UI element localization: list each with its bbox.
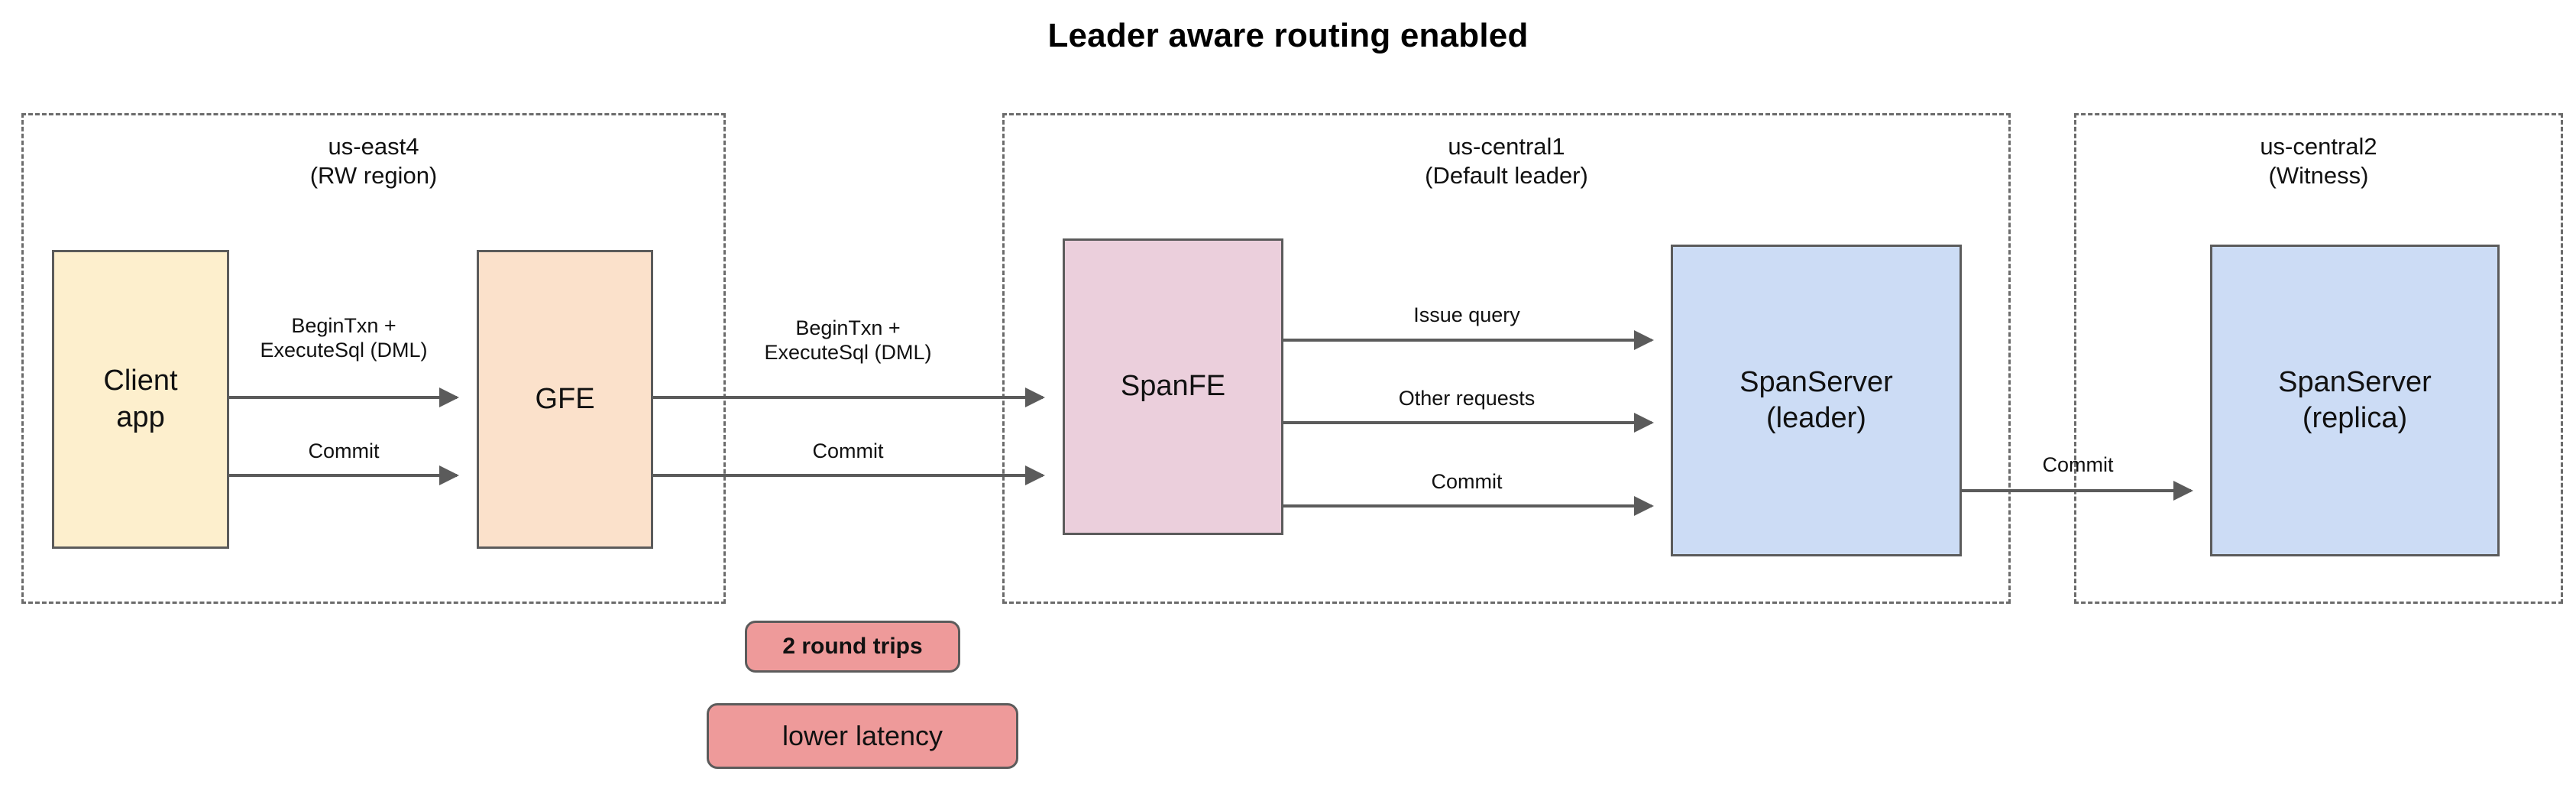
badge-round-trips: 2 round trips [745,621,960,673]
arrow-label-leader-to-replica: Commit [2042,453,2114,476]
arrow-gfe-to-spanfe-begin [653,396,1043,399]
node-gfe[interactable]: GFE [477,250,653,549]
arrow-spanfe-other-requests [1283,421,1652,424]
badge-round-trips-label: 2 round trips [782,634,923,659]
node-gfe-label: GFE [535,382,595,415]
arrow-client-to-gfe-begin [229,396,457,399]
badge-lower-latency-label: lower latency [782,720,943,751]
arrow-label-gfe-to-spanfe-commit: Commit [812,439,884,462]
arrow-label-spanfe-issue-query: Issue query [1413,303,1520,326]
arrow-label-gfe-to-spanfe-begin: BeginTxn + ExecuteSql (DML) [764,316,932,365]
region-label-us-central2: us-central2 (Witness) [2260,133,2377,189]
badge-lower-latency: lower latency [707,703,1018,769]
arrow-label-spanfe-commit: Commit [1431,470,1503,493]
node-spanserver-leader-label: SpanServer (leader) [1739,365,1893,435]
node-spanfe-label: SpanFE [1120,370,1226,403]
arrow-label-client-to-gfe-begin: BeginTxn + ExecuteSql (DML) [260,314,428,362]
node-client-app-label: Client app [103,365,178,433]
arrow-leader-to-replica [1962,489,2191,492]
node-spanserver-leader[interactable]: SpanServer (leader) [1671,245,1962,556]
arrow-label-client-to-gfe-commit: Commit [308,439,380,462]
region-label-us-east4: us-east4 (RW region) [309,133,438,189]
page-title: Leader aware routing enabled [1047,17,1529,54]
node-client-app[interactable]: Client app [52,250,229,549]
arrow-spanfe-issue-query [1283,339,1652,342]
region-label-us-central1: us-central1 (Default leader) [1425,133,1588,189]
node-spanfe[interactable]: SpanFE [1063,238,1283,535]
arrow-spanfe-commit [1283,504,1652,508]
arrow-client-to-gfe-commit [229,474,457,477]
node-spanserver-replica-label: SpanServer (replica) [2278,365,2432,435]
node-spanserver-replica[interactable]: SpanServer (replica) [2210,245,2500,556]
arrow-label-spanfe-other-requests: Other requests [1398,387,1536,410]
arrow-gfe-to-spanfe-commit [653,474,1043,477]
diagram-canvas: Leader aware routing enabled us-east4 (R… [0,0,2576,801]
